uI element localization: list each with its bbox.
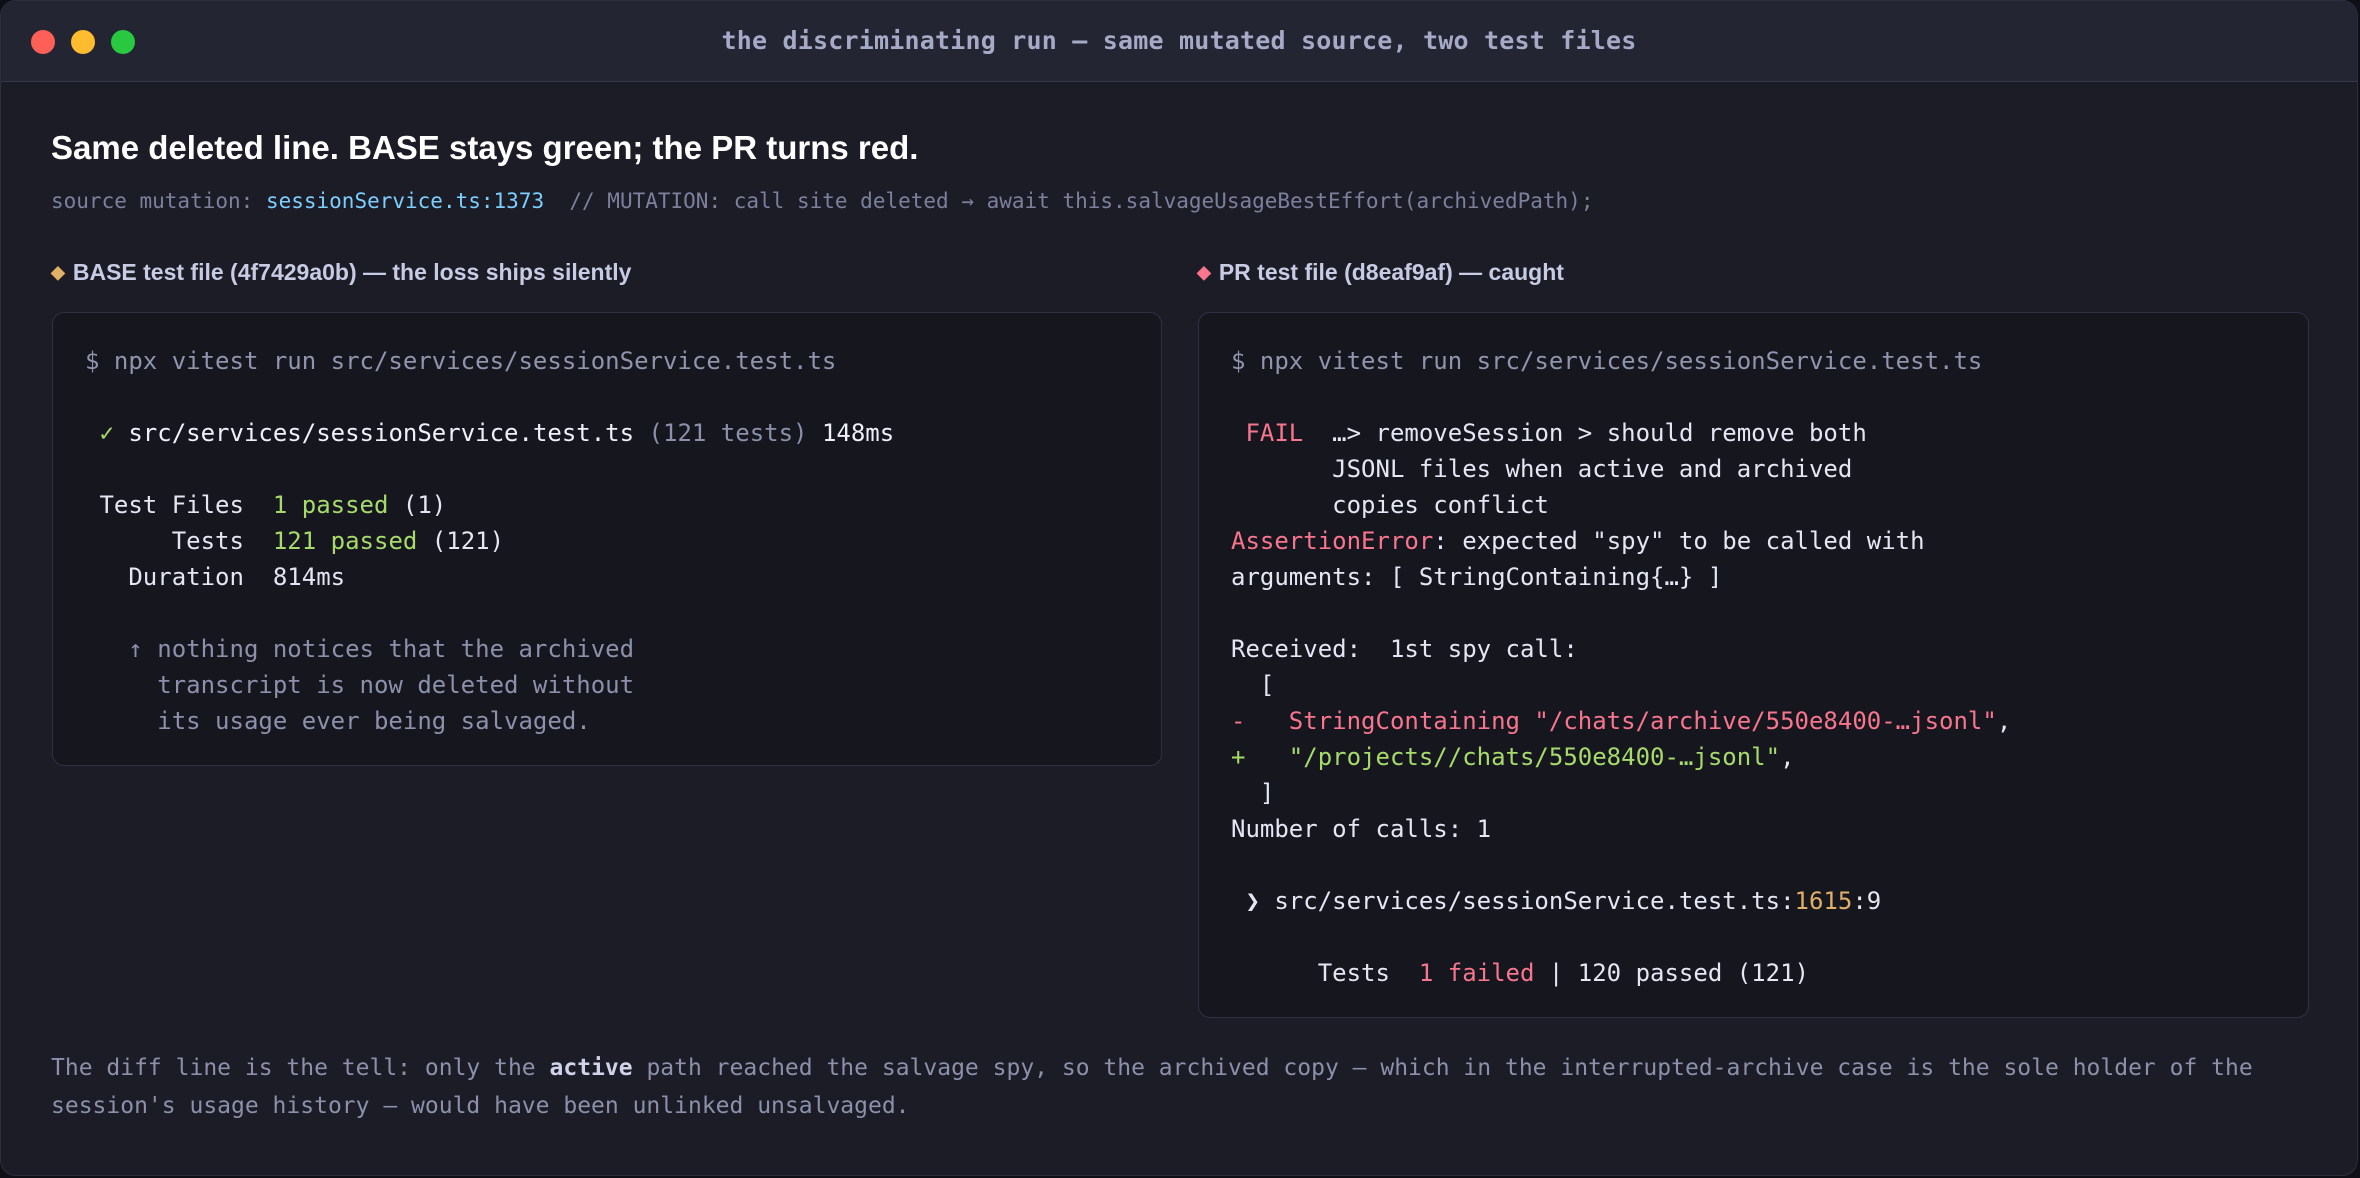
window-title: the discriminating run — same mutated so… xyxy=(721,26,1637,55)
mutation-comment: // MUTATION: call site deleted → await t… xyxy=(544,189,1594,213)
summary-tests: Tests 1 failed | 120 passed (121) xyxy=(1231,959,1809,987)
base-panel-label-text: BASE test file (4f7429a0b) — the loss sh… xyxy=(72,259,632,285)
base-terminal-output: $ npx vitest run src/services/sessionSer… xyxy=(52,312,1162,766)
assertion-line: arguments: [ StringContaining{…} ] xyxy=(1231,563,1723,591)
base-panel-label: ◆ BASE test file (4f7429a0b) — the loss s… xyxy=(51,259,631,286)
note-line: transcript is now deleted without xyxy=(85,671,635,699)
command-line: $ npx vitest run src/services/sessionSer… xyxy=(1231,347,1983,375)
test-file-result: ✓ src/services/sessionService.test.ts (1… xyxy=(85,415,1129,451)
test-file-path: src/services/sessionService.test.ts xyxy=(128,419,635,447)
title-bar: the discriminating run — same mutated so… xyxy=(1,1,2357,82)
note-line: ↑ nothing notices that the archived xyxy=(85,635,635,663)
diff-received-line: + "/projects//chats/550e8400-…jsonl", xyxy=(1231,743,1795,771)
trace-line-number: 1615 xyxy=(1794,887,1853,915)
summary-test-files: Test Files 1 passed (1) xyxy=(85,491,447,519)
diff-expected-line: - StringContaining "/chats/archive/550e8… xyxy=(1231,707,2012,735)
footer-explanation: The diff line is the tell: only the acti… xyxy=(51,1055,2253,1119)
fail-line: JSONL files when active and archived xyxy=(1231,455,1853,483)
note-line: its usage ever being salvaged. xyxy=(85,707,591,735)
diff-bracket: ] xyxy=(1231,779,1275,807)
assertion-error-label: AssertionError xyxy=(1231,527,1434,555)
fail-badge: FAIL xyxy=(1231,419,1333,447)
summary-tests: Tests 121 passed (121) xyxy=(85,527,505,555)
source-mutation-line: source mutation: sessionService.ts:1373 … xyxy=(51,189,1593,213)
check-icon: ✓ xyxy=(85,419,129,447)
headline: Same deleted line. BASE stays green; the… xyxy=(51,129,919,166)
stack-trace-link[interactable]: ❯ src/services/sessionService.test.ts:16… xyxy=(1231,883,2276,919)
pr-panel-label-text: PR test file (d8eaf9af) — caught xyxy=(1218,259,1564,285)
test-count: (121 tests) xyxy=(634,419,822,447)
mutation-location: sessionService.ts:1373 xyxy=(265,189,545,213)
terminal-window: the discriminating run — same mutated so… xyxy=(0,0,2358,1176)
content-area: Same deleted line. BASE stays green; the… xyxy=(51,81,2309,1175)
diff-bracket: [ xyxy=(1231,671,1275,699)
assertion-line: AssertionError: expected "spy" to be cal… xyxy=(1231,527,1925,555)
calls-line: Number of calls: 1 xyxy=(1231,815,1492,843)
diamond-icon: ◆ xyxy=(51,262,65,282)
test-file-time: 148ms xyxy=(821,419,895,447)
pr-terminal-output: $ npx vitest run src/services/sessionSer… xyxy=(1198,312,2309,1018)
fail-line: FAIL …> removeSession > should remove bo… xyxy=(1231,419,1867,447)
command-line: $ npx vitest run src/services/sessionSer… xyxy=(85,347,837,375)
fail-line: copies conflict xyxy=(1231,491,1549,519)
received-line: Received: 1st spy call: xyxy=(1231,635,1578,663)
mutation-prefix: source mutation: xyxy=(51,189,266,213)
summary-duration: Duration 814ms xyxy=(85,563,346,591)
pr-panel-label: ◆ PR test file (d8eaf9af) — caught xyxy=(1197,259,1564,286)
diamond-icon: ◆ xyxy=(1197,262,1211,282)
footer-emphasis: active xyxy=(549,1055,633,1081)
